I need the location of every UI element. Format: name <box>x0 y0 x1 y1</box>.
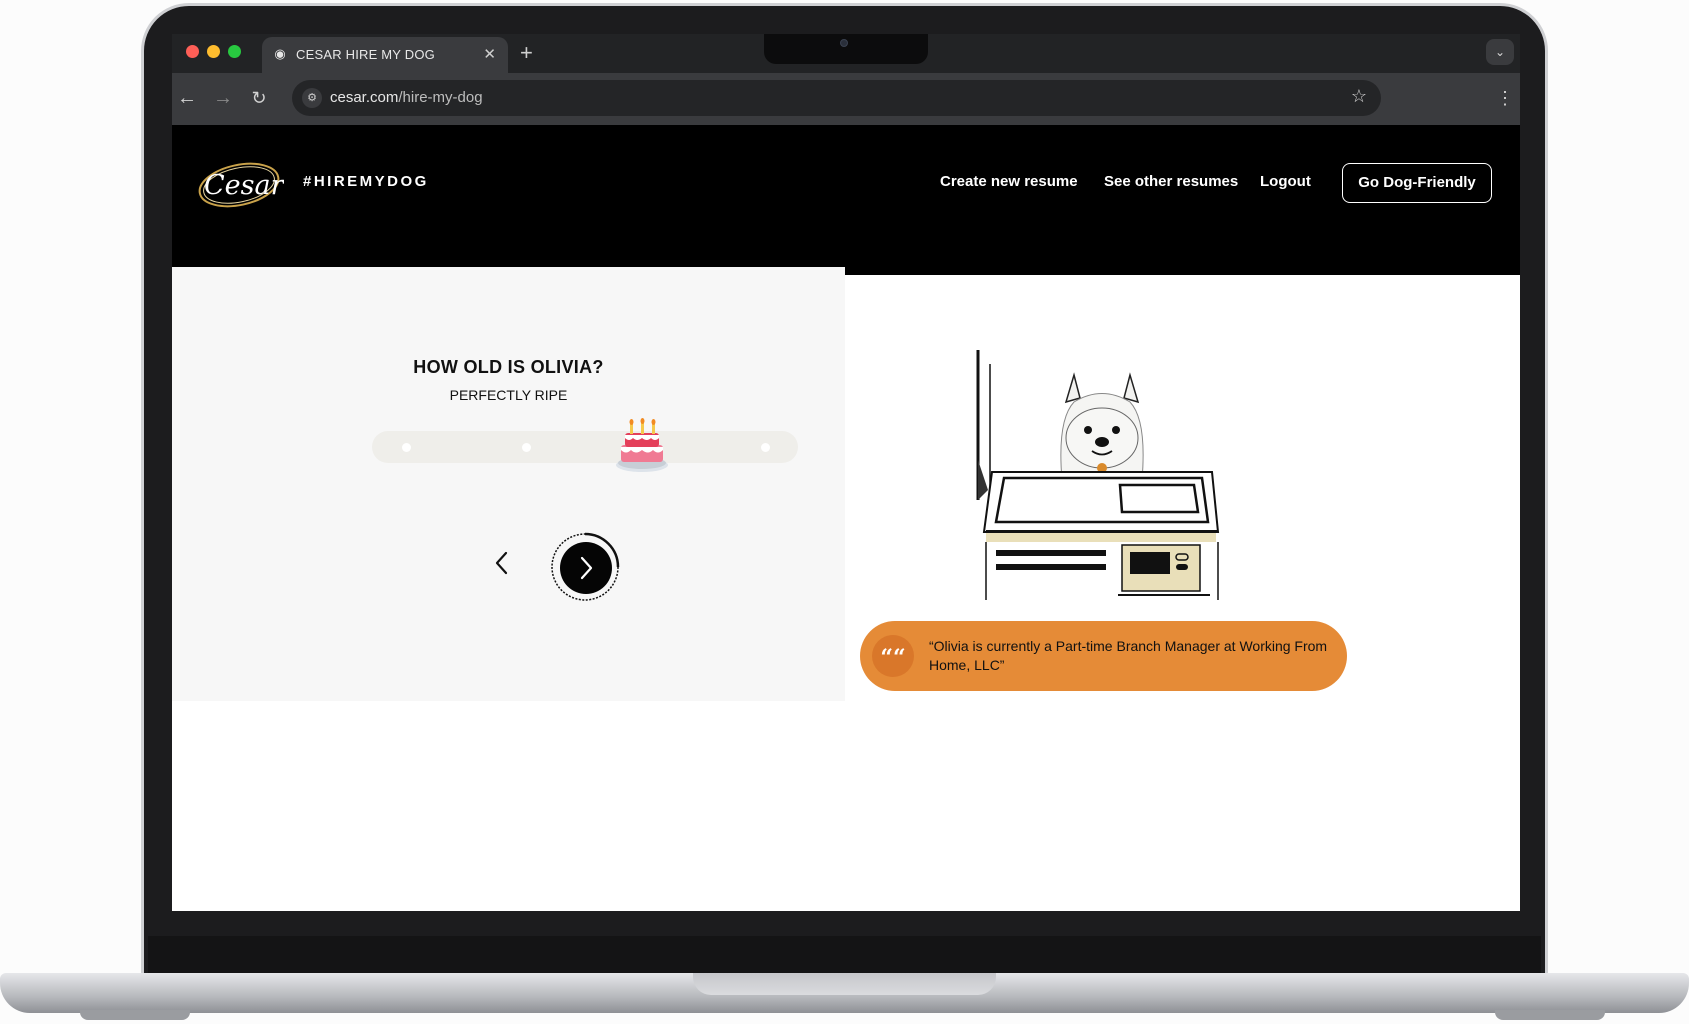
slider-stop[interactable] <box>402 443 411 452</box>
browser-tab-bar: ◉ CESAR HIRE MY DOG ✕ + ⌄ <box>172 34 1520 73</box>
forward-arrow-icon[interactable]: → <box>210 85 236 111</box>
screen: ◉ CESAR HIRE MY DOG ✕ + ⌄ ← → ↻ ⚙ cesar.… <box>172 34 1520 911</box>
laptop-base-notch <box>693 973 996 995</box>
site-settings-icon[interactable]: ⚙ <box>302 88 322 108</box>
quiz-answer: PERFECTLY RIPE <box>449 387 568 403</box>
url-domain: cesar.com <box>330 89 399 106</box>
new-tab-icon[interactable]: + <box>520 40 533 66</box>
slider-stop[interactable] <box>522 443 531 452</box>
quote-text: “Olivia is currently a Part-time Branch … <box>929 638 1328 673</box>
nav-create-resume-link[interactable]: Create new resume <box>940 173 1078 190</box>
age-slider[interactable] <box>372 418 798 472</box>
close-window-button[interactable] <box>186 45 199 58</box>
back-arrow-icon[interactable]: ← <box>174 85 200 111</box>
birthday-cake-icon[interactable] <box>612 417 672 475</box>
nav-logout-link[interactable]: Logout <box>1260 173 1311 190</box>
tab-search-icon[interactable]: ⌄ <box>1486 39 1514 65</box>
tab-title: CESAR HIRE MY DOG <box>296 47 435 62</box>
go-dog-friendly-button[interactable]: Go Dog-Friendly <box>1342 163 1492 203</box>
browser-menu-icon[interactable]: ⋮ <box>1496 85 1514 111</box>
quote-callout: ““ “Olivia is currently a Part-time Bran… <box>860 621 1347 691</box>
reload-icon[interactable]: ↻ <box>246 85 272 111</box>
bookmark-star-icon[interactable]: ☆ <box>1351 86 1367 107</box>
laptop-bottom-bezel <box>148 936 1541 976</box>
next-button[interactable] <box>560 542 612 594</box>
close-tab-icon[interactable]: ✕ <box>483 45 496 63</box>
website: Cesar #HIREMYDOG Create new resume See o… <box>172 125 1520 911</box>
quote-mark-icon: ““ <box>872 635 914 677</box>
dog-favicon-icon: ◉ <box>274 46 286 61</box>
quiz-panel: HOW OLD IS OLIVIA? PERFECTLY RIPE <box>172 267 845 701</box>
laptop-foot-left <box>80 1010 190 1020</box>
dog-at-desk-illustration <box>976 350 1220 600</box>
url-text: cesar.com/hire-my-dog <box>330 89 483 106</box>
minimize-window-button[interactable] <box>207 45 220 58</box>
browser-tab[interactable]: ◉ CESAR HIRE MY DOG ✕ <box>262 37 508 73</box>
nav-see-resumes-link[interactable]: See other resumes <box>1104 173 1238 190</box>
next-chevron-icon <box>580 556 593 580</box>
cesar-logo[interactable]: Cesar <box>194 157 284 209</box>
svg-text:Cesar: Cesar <box>204 170 284 201</box>
camera-notch <box>764 34 928 64</box>
previous-chevron-icon[interactable] <box>490 549 514 577</box>
slider-stop[interactable] <box>761 443 770 452</box>
laptop-foot-right <box>1495 1010 1605 1020</box>
address-bar[interactable]: ⚙ cesar.com/hire-my-dog ☆ <box>292 80 1381 116</box>
fullscreen-window-button[interactable] <box>228 45 241 58</box>
url-path: /hire-my-dog <box>398 89 483 106</box>
camera-icon <box>840 39 848 47</box>
hashtag-title: #HIREMYDOG <box>303 173 429 190</box>
browser-toolbar: ← → ↻ ⚙ cesar.com/hire-my-dog ☆ ⋮ <box>172 73 1520 125</box>
device-stage: ◉ CESAR HIRE MY DOG ✕ + ⌄ ← → ↻ ⚙ cesar.… <box>0 0 1689 1024</box>
quiz-question: HOW OLD IS OLIVIA? <box>413 357 604 377</box>
